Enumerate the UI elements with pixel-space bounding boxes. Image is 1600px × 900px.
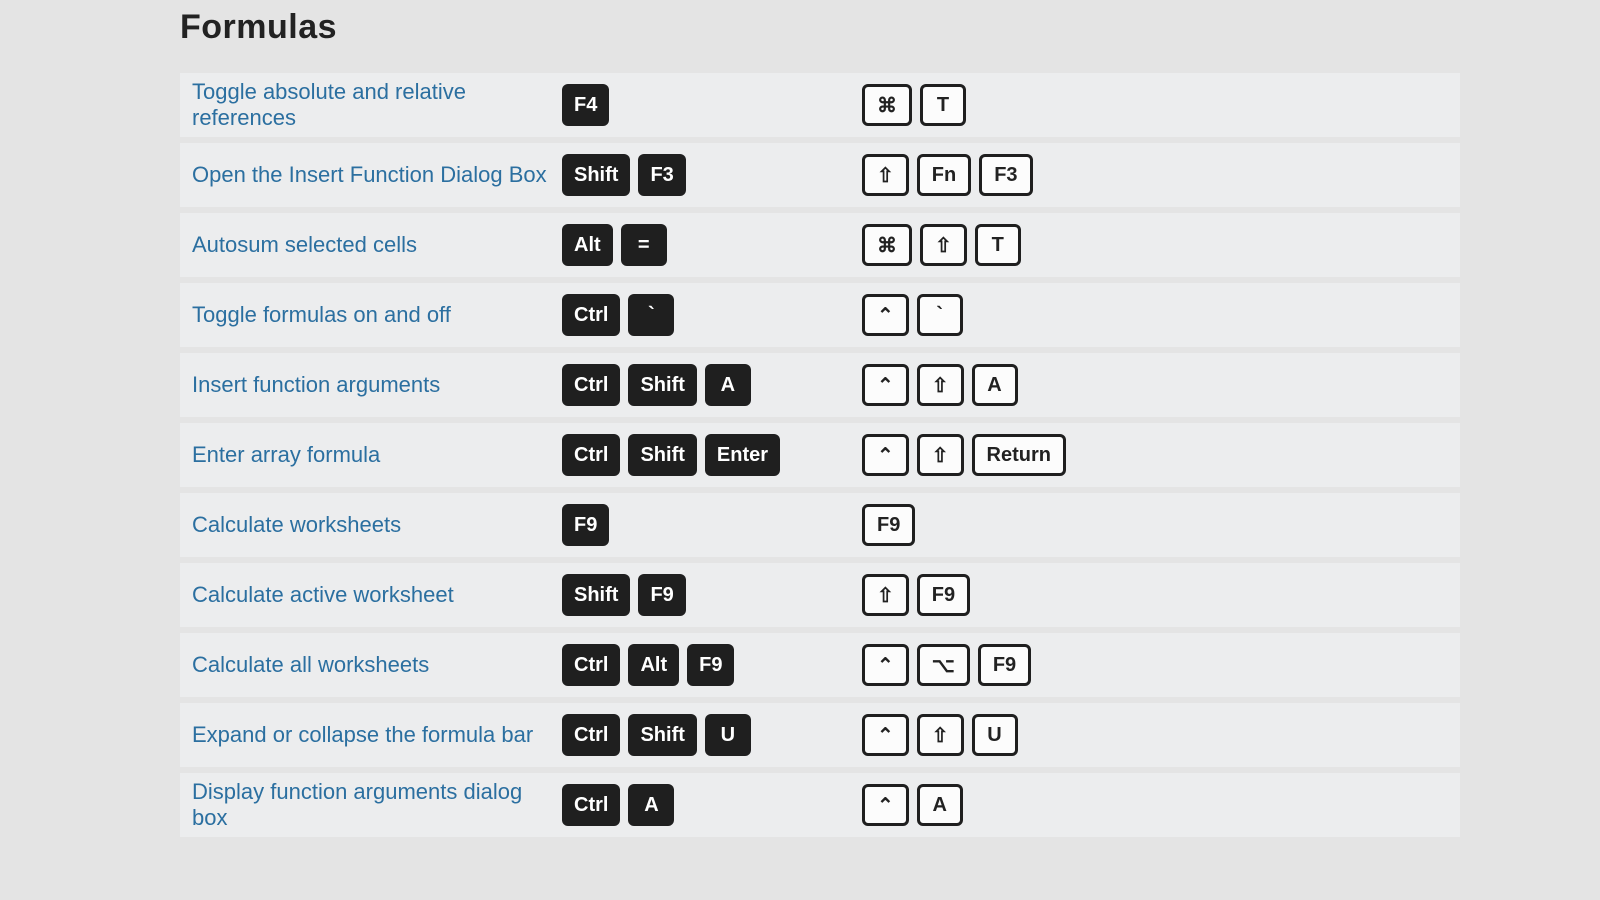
key-cap: Alt — [628, 644, 679, 686]
shortcut-link[interactable]: Calculate worksheets — [180, 512, 562, 538]
key-cap: U — [972, 714, 1018, 756]
key-cap: Enter — [705, 434, 780, 476]
key-cap: Ctrl — [562, 294, 620, 336]
shortcut-row: Open the Insert Function Dialog BoxShift… — [180, 143, 1460, 213]
opt-key-icon: ⌥ — [917, 644, 970, 686]
shortcut-link[interactable]: Insert function arguments — [180, 372, 562, 398]
key-cap: F9 — [638, 574, 685, 616]
key-cap: Shift — [628, 434, 696, 476]
shortcut-link[interactable]: Open the Insert Function Dialog Box — [180, 162, 562, 188]
shortcut-row: Expand or collapse the formula barCtrlSh… — [180, 703, 1460, 773]
key-cap: Ctrl — [562, 784, 620, 826]
shortcut-row: Calculate all worksheetsCtrlAltF9⌃⌥F9 — [180, 633, 1460, 703]
key-cap: F9 — [917, 574, 970, 616]
ctrl-key-icon: ⌃ — [862, 434, 909, 476]
shortcut-link[interactable]: Toggle absolute and relative references — [180, 79, 562, 131]
key-cap: F3 — [638, 154, 685, 196]
windows-keys: F9 — [562, 504, 862, 546]
windows-keys: CtrlShiftU — [562, 714, 862, 756]
key-cap: F9 — [687, 644, 734, 686]
windows-keys: CtrlAltF9 — [562, 644, 862, 686]
ctrl-key-icon: ⌃ — [862, 364, 909, 406]
windows-keys: Ctrl` — [562, 294, 862, 336]
windows-keys: Alt= — [562, 224, 862, 266]
shortcut-row: Calculate active worksheetShiftF9⇧F9 — [180, 563, 1460, 633]
ctrl-key-icon: ⌃ — [862, 714, 909, 756]
mac-keys: ⌃A — [862, 784, 1282, 826]
shortcut-link[interactable]: Enter array formula — [180, 442, 562, 468]
mac-keys: ⌃` — [862, 294, 1282, 336]
shortcut-row: Enter array formulaCtrlShiftEnter⌃⇧Retur… — [180, 423, 1460, 493]
shift-key-icon: ⇧ — [862, 154, 909, 196]
key-cap: Shift — [628, 364, 696, 406]
shortcut-link[interactable]: Calculate all worksheets — [180, 652, 562, 678]
section-title: Formulas — [180, 8, 1460, 47]
shortcut-row: Insert function argumentsCtrlShiftA⌃⇧A — [180, 353, 1460, 423]
mac-keys: ⇧FnF3 — [862, 154, 1282, 196]
mac-keys: ⌃⇧Return — [862, 434, 1282, 476]
windows-keys: CtrlShiftA — [562, 364, 862, 406]
key-cap: Shift — [628, 714, 696, 756]
cmd-key-icon: ⌘ — [862, 84, 912, 126]
ctrl-key-icon: ⌃ — [862, 784, 909, 826]
key-cap: Ctrl — [562, 714, 620, 756]
key-cap: Ctrl — [562, 644, 620, 686]
shift-key-icon: ⇧ — [917, 714, 964, 756]
ctrl-key-icon: ⌃ — [862, 294, 909, 336]
key-cap: Ctrl — [562, 364, 620, 406]
key-cap: ` — [917, 294, 963, 336]
key-cap: A — [917, 784, 963, 826]
shortcut-link[interactable]: Expand or collapse the formula bar — [180, 722, 562, 748]
key-cap: Shift — [562, 154, 630, 196]
mac-keys: ⌘T — [862, 84, 1282, 126]
shortcut-row: Toggle absolute and relative referencesF… — [180, 73, 1460, 143]
shortcut-link[interactable]: Toggle formulas on and off — [180, 302, 562, 328]
key-cap: A — [705, 364, 751, 406]
windows-keys: F4 — [562, 84, 862, 126]
mac-keys: ⌃⇧A — [862, 364, 1282, 406]
key-cap: F3 — [979, 154, 1032, 196]
mac-keys: ⌘⇧T — [862, 224, 1282, 266]
key-cap: U — [705, 714, 751, 756]
key-cap: Alt — [562, 224, 613, 266]
mac-keys: ⌃⌥F9 — [862, 644, 1282, 686]
windows-keys: ShiftF3 — [562, 154, 862, 196]
ctrl-key-icon: ⌃ — [862, 644, 909, 686]
key-cap: F4 — [562, 84, 609, 126]
mac-keys: ⌃⇧U — [862, 714, 1282, 756]
shortcut-link[interactable]: Autosum selected cells — [180, 232, 562, 258]
shortcut-row: Calculate worksheetsF9F9 — [180, 493, 1460, 563]
key-cap: Fn — [917, 154, 971, 196]
windows-keys: CtrlShiftEnter — [562, 434, 862, 476]
shortcut-row: Display function arguments dialog boxCtr… — [180, 773, 1460, 843]
key-cap: ` — [628, 294, 674, 336]
shift-key-icon: ⇧ — [920, 224, 967, 266]
key-cap: F9 — [978, 644, 1031, 686]
mac-keys: F9 — [862, 504, 1282, 546]
windows-keys: ShiftF9 — [562, 574, 862, 616]
shift-key-icon: ⇧ — [917, 364, 964, 406]
key-cap: Ctrl — [562, 434, 620, 476]
cmd-key-icon: ⌘ — [862, 224, 912, 266]
windows-keys: CtrlA — [562, 784, 862, 826]
key-cap: = — [621, 224, 667, 266]
key-cap: T — [920, 84, 966, 126]
key-cap: F9 — [862, 504, 915, 546]
key-cap: A — [628, 784, 674, 826]
shift-key-icon: ⇧ — [917, 434, 964, 476]
shortcut-link[interactable]: Display function arguments dialog box — [180, 779, 562, 831]
key-cap: T — [975, 224, 1021, 266]
shortcut-row: Toggle formulas on and offCtrl`⌃` — [180, 283, 1460, 353]
shortcut-link[interactable]: Calculate active worksheet — [180, 582, 562, 608]
shift-key-icon: ⇧ — [862, 574, 909, 616]
key-cap: F9 — [562, 504, 609, 546]
key-cap: Return — [972, 434, 1066, 476]
mac-keys: ⇧F9 — [862, 574, 1282, 616]
shortcut-row: Autosum selected cellsAlt=⌘⇧T — [180, 213, 1460, 283]
key-cap: Shift — [562, 574, 630, 616]
key-cap: A — [972, 364, 1018, 406]
